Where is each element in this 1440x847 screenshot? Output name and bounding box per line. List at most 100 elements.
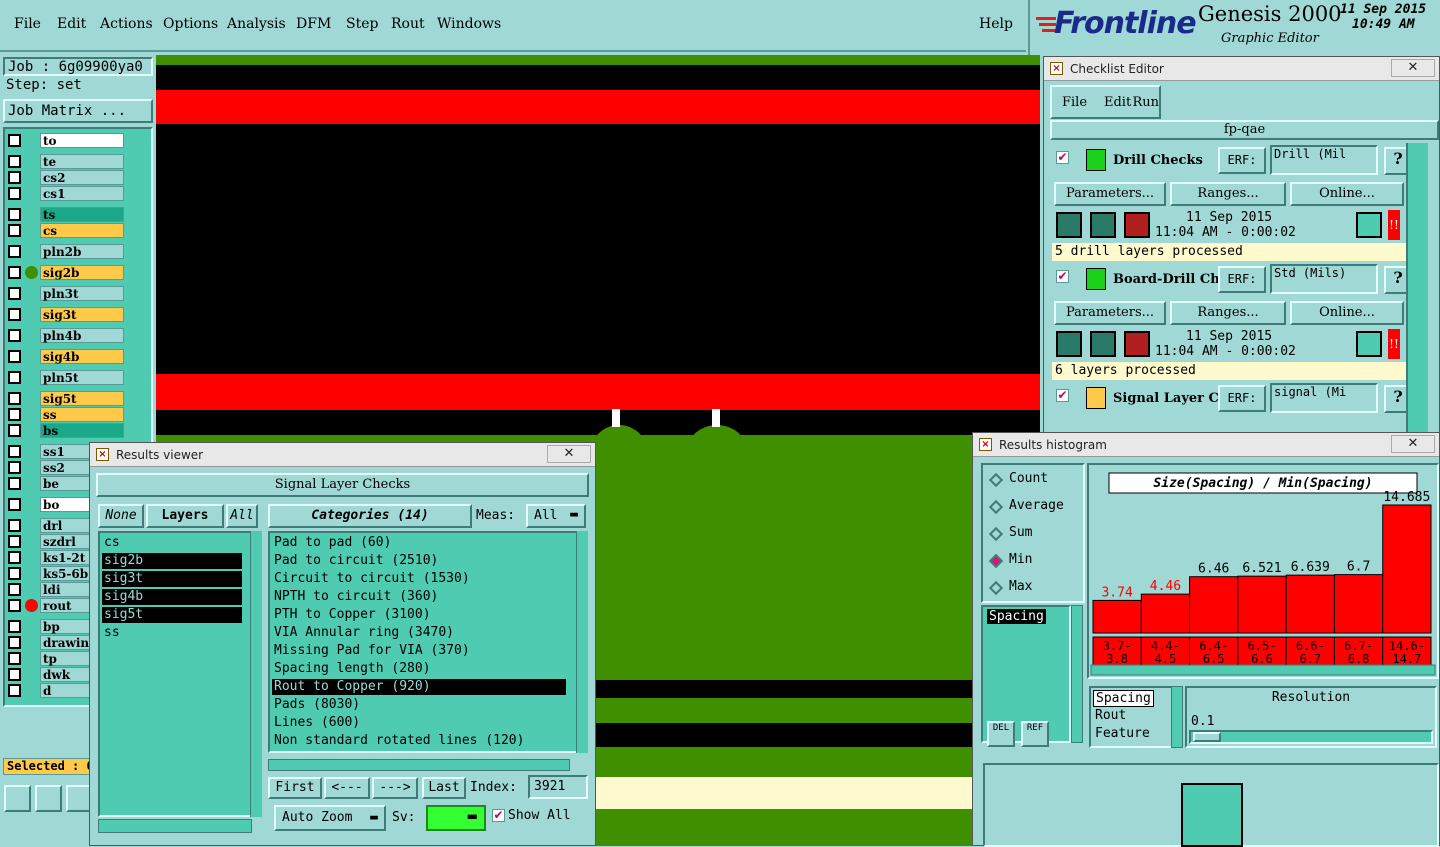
check-enabled-checkbox[interactable]: ✔ <box>1056 270 1069 283</box>
results-layer-item[interactable]: sig5t <box>102 607 242 623</box>
layer-checkbox[interactable] <box>8 224 21 237</box>
layer-checkbox[interactable] <box>8 684 21 697</box>
mode-radio-count[interactable]: Count <box>988 471 1083 491</box>
first-button[interactable]: First <box>268 777 322 799</box>
parameters-button[interactable]: Parameters... <box>1054 182 1166 206</box>
layer-checkbox[interactable] <box>8 636 21 649</box>
chart-hscrollbar[interactable] <box>1090 664 1436 676</box>
category-item[interactable]: Spacing length (280) <box>272 661 566 677</box>
menu-options[interactable]: Options <box>163 16 218 32</box>
layer-row[interactable]: sig2b <box>8 265 124 280</box>
erf-field[interactable]: Drill (Mil <box>1270 145 1378 175</box>
results-layer-item[interactable]: cs <box>102 535 242 551</box>
layer-name[interactable]: bs <box>40 423 124 438</box>
online-button[interactable]: Online... <box>1290 301 1404 325</box>
layer-row[interactable]: pln4b <box>8 328 124 343</box>
layer-checkbox[interactable] <box>8 266 21 279</box>
resolution-slider[interactable] <box>1189 730 1433 744</box>
layer-row[interactable]: cs <box>8 223 124 238</box>
layer-row[interactable]: sig3t <box>8 307 124 322</box>
run-icon[interactable] <box>1056 331 1082 357</box>
layer-checkbox[interactable] <box>8 329 21 342</box>
checklist-scrollbar[interactable] <box>1406 143 1428 439</box>
stop-icon[interactable] <box>1124 331 1150 357</box>
mode-radio-average[interactable]: Average <box>988 498 1083 518</box>
layer-checkbox[interactable] <box>8 171 21 184</box>
attribute-item[interactable]: Spacing <box>1093 690 1154 707</box>
layer-list-vscrollbar[interactable] <box>250 531 262 817</box>
menu-step[interactable]: Step <box>346 16 378 32</box>
layer-name[interactable]: pln5t <box>40 370 124 385</box>
layer-name[interactable]: pln4b <box>40 328 124 343</box>
layer-checkbox[interactable] <box>8 187 21 200</box>
layer-name[interactable]: cs2 <box>40 170 124 185</box>
layer-checkbox[interactable] <box>8 392 21 405</box>
layer-name[interactable]: ts <box>40 207 124 222</box>
layer-checkbox[interactable] <box>8 408 21 421</box>
menu-rout[interactable]: Rout <box>391 16 425 32</box>
attribute-list-scrollbar[interactable] <box>1071 605 1083 743</box>
layer-row[interactable]: te <box>8 154 124 169</box>
category-item[interactable]: Non standard rotated lines (120) <box>272 733 566 749</box>
attribute-list-item[interactable]: Spacing <box>987 609 1046 624</box>
prev-button[interactable]: <--- <box>324 777 370 799</box>
layer-row[interactable]: ts <box>8 207 124 222</box>
erf-field[interactable]: signal (Mi <box>1270 383 1378 413</box>
layer-list-hscrollbar[interactable] <box>98 819 252 833</box>
layer-row[interactable]: pln5t <box>8 370 124 385</box>
layer-checkbox[interactable] <box>8 519 21 532</box>
categories-hscrollbar[interactable] <box>268 759 570 771</box>
close-icon[interactable]: ✕ <box>547 445 591 463</box>
layer-row[interactable]: cs2 <box>8 170 124 185</box>
layer-row[interactable]: to <box>8 133 124 148</box>
menu-edit[interactable]: Edit <box>57 16 86 32</box>
layer-name[interactable]: cs <box>40 223 124 238</box>
ranges-button[interactable]: Ranges... <box>1170 301 1286 325</box>
layer-checkbox[interactable] <box>8 461 21 474</box>
layer-checkbox[interactable] <box>8 208 21 221</box>
arrow-tool-icon[interactable] <box>4 785 31 812</box>
category-item[interactable]: PTH to Copper (3100) <box>272 607 566 623</box>
results-layer-item[interactable]: sig2b <box>102 553 242 569</box>
index-input[interactable]: 3921 <box>528 775 588 799</box>
histogram-bar[interactable] <box>1382 504 1432 634</box>
check-enabled-checkbox[interactable]: ✔ <box>1056 389 1069 402</box>
layer-checkbox[interactable] <box>8 155 21 168</box>
layer-row[interactable]: pln2b <box>8 244 124 259</box>
menu-help[interactable]: Help <box>979 16 1013 32</box>
layer-row[interactable]: ss <box>8 407 124 422</box>
layer-row[interactable]: bs <box>8 423 124 438</box>
layers-all-button[interactable]: All <box>226 504 258 528</box>
attribute-item[interactable]: Feature <box>1093 726 1152 741</box>
layer-checkbox[interactable] <box>8 371 21 384</box>
layer-row[interactable]: cs1 <box>8 186 124 201</box>
erf-button[interactable]: ERF: <box>1218 385 1266 412</box>
layer-row[interactable]: pln3t <box>8 286 124 301</box>
category-item[interactable]: Circuit to circuit (1530) <box>272 571 566 587</box>
layer-name[interactable]: pln2b <box>40 244 124 259</box>
layer-checkbox[interactable] <box>8 245 21 258</box>
mode-radio-sum[interactable]: Sum <box>988 525 1083 545</box>
show-all-checkbox[interactable]: ✔ <box>492 809 505 822</box>
layer-checkbox[interactable] <box>8 498 21 511</box>
last-button[interactable]: Last <box>422 777 466 799</box>
layer-checkbox[interactable] <box>8 134 21 147</box>
results-layer-item[interactable]: sig3t <box>102 571 242 587</box>
categories-vscrollbar[interactable] <box>576 531 588 753</box>
layer-name[interactable]: sig4b <box>40 349 124 364</box>
category-item[interactable]: Lines (600) <box>272 715 566 731</box>
check-enabled-checkbox[interactable]: ✔ <box>1056 151 1069 164</box>
layer-name[interactable]: to <box>40 133 124 148</box>
ranges-button[interactable]: Ranges... <box>1170 182 1286 206</box>
layer-checkbox[interactable] <box>8 652 21 665</box>
menu-analysis[interactable]: Analysis <box>227 16 286 32</box>
online-button[interactable]: Online... <box>1290 182 1404 206</box>
layer-checkbox[interactable] <box>8 668 21 681</box>
category-item[interactable]: Pad to circuit (2510) <box>272 553 566 569</box>
attribute-selector-scrollbar[interactable] <box>1171 686 1183 748</box>
histogram-bar[interactable] <box>1140 593 1191 634</box>
resolution-slider-handle[interactable] <box>1193 732 1221 742</box>
sv-color-select[interactable]: ▬ <box>426 805 486 831</box>
meas-select[interactable]: All ▬ <box>526 504 586 528</box>
layer-name[interactable]: ss <box>40 407 124 422</box>
